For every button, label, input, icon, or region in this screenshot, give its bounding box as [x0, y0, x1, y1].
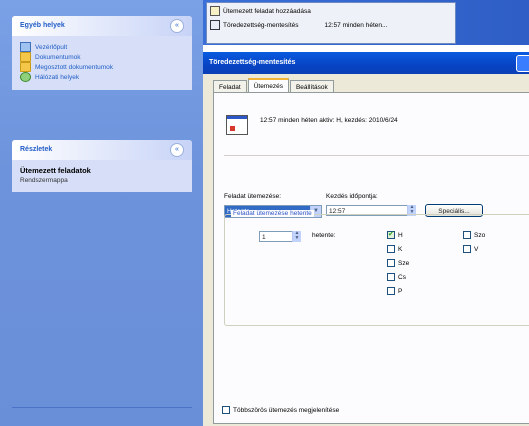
dialog-titlebar[interactable]: Töredezettség-mentesítés	[203, 52, 529, 74]
schedule-label: Feladat ütemezése:	[224, 193, 282, 200]
day-label: Cs	[398, 273, 406, 281]
add-task-icon	[210, 6, 220, 16]
other-places-title: Egyéb helyek	[20, 22, 65, 29]
calendar-icon	[226, 115, 248, 135]
other-places-header[interactable]: Egyéb helyek «	[12, 16, 192, 36]
link-network-places-label: Hálózati helyek	[35, 73, 80, 81]
scheduled-task-icon	[210, 20, 220, 30]
task-list: Ütemezett feladat hozzáadása Töredezetts…	[206, 2, 456, 44]
link-shared-documents-label: Megosztott dokumentumok	[35, 63, 114, 71]
every-weeks-spinner[interactable]: ▲ ▼	[292, 231, 301, 242]
folder-icon	[20, 52, 31, 62]
dialog-body: Feladat Ütemezés Beállítások 12:57 minde…	[203, 74, 529, 426]
divider	[224, 155, 529, 156]
link-shared-documents[interactable]: Megosztott dokumentumok	[20, 62, 184, 72]
checkbox-icon[interactable]	[387, 259, 395, 267]
link-control-panel[interactable]: Vezérlőpult	[20, 42, 184, 52]
day-label: Sze	[398, 259, 410, 267]
link-control-panel-label: Vezérlőpult	[35, 43, 68, 51]
task-item-add[interactable]: Ütemezett feladat hozzáadása	[210, 6, 311, 16]
other-places-panel: Egyéb helyek « Vezérlőpult Dokumentumok …	[12, 16, 192, 90]
day-checkbox-wed[interactable]: Sze	[387, 259, 409, 267]
checkbox-icon[interactable]	[463, 245, 471, 253]
control-panel-icon	[20, 42, 31, 52]
details-panel: Részletek « Ütemezett feladatok Rendszer…	[12, 140, 192, 192]
checkbox-icon[interactable]	[387, 273, 395, 281]
schedule-panel: 12:57 minden héten aktiv: H, kezdés: 201…	[213, 92, 529, 424]
checkbox-icon[interactable]	[222, 406, 230, 414]
divider	[12, 407, 192, 408]
day-label: V	[474, 245, 479, 253]
multiple-schedules-checkbox[interactable]: Többszörös ütemezés megjelenítése	[222, 406, 339, 414]
weekly-schedule-group: Feladat ütemezése hetente 1 ▲ ▼ hetente: …	[224, 210, 529, 326]
day-checkbox-sun[interactable]: V	[463, 245, 478, 253]
task-item-add-label: Ütemezett feladat hozzáadása	[223, 7, 311, 15]
checkbox-icon[interactable]	[387, 287, 395, 295]
details-type: Rendszermappa	[20, 177, 68, 184]
task-item-defrag-label: Töredezettség-mentesítés	[223, 21, 299, 29]
shared-folder-icon	[20, 62, 31, 72]
checkbox-icon[interactable]	[387, 245, 395, 253]
multiple-schedules-label: Többszörös ütemezés megjelenítése	[233, 406, 340, 414]
task-item-defrag[interactable]: Töredezettség-mentesítés 12:57 minden hé…	[210, 20, 387, 30]
day-checkbox-tue[interactable]: K	[387, 245, 402, 253]
details-title: Részletek	[20, 146, 53, 153]
details-name: Ütemezett feladatok	[20, 166, 91, 175]
every-weeks-unit: hetente:	[312, 232, 336, 239]
day-checkbox-sat[interactable]: Szo	[463, 231, 485, 239]
dialog-title: Töredezettség-mentesítés	[209, 59, 296, 66]
network-icon	[20, 72, 31, 82]
link-network-places[interactable]: Hálózati helyek	[20, 72, 184, 82]
checkbox-icon[interactable]	[463, 231, 471, 239]
day-checkbox-mon[interactable]: H	[387, 230, 403, 239]
day-label: K	[398, 245, 403, 253]
link-documents-label: Dokumentumok	[35, 53, 81, 61]
link-documents[interactable]: Dokumentumok	[20, 52, 184, 62]
collapse-chevron-icon[interactable]: «	[170, 19, 184, 33]
day-label: Szo	[474, 231, 486, 239]
close-icon[interactable]	[516, 55, 529, 72]
day-label: H	[398, 231, 403, 239]
task-list-area: Ütemezett feladat hozzáadása Töredezetts…	[203, 0, 529, 45]
collapse-chevron-icon[interactable]: «	[170, 143, 184, 157]
checkbox-checked-icon[interactable]	[387, 230, 395, 239]
task-pane: Egyéb helyek « Vezérlőpult Dokumentumok …	[0, 0, 203, 426]
day-checkbox-thu[interactable]: Cs	[387, 273, 406, 281]
schedule-summary: 12:57 minden héten aktiv: H, kezdés: 201…	[226, 115, 398, 135]
start-time-label: Kezdés időpontja:	[326, 193, 378, 200]
task-item-defrag-time: 12:57 minden héten...	[324, 21, 388, 29]
weekly-group-title: Feladat ütemezése hetente	[231, 210, 314, 217]
day-label: P	[398, 287, 403, 295]
details-header[interactable]: Részletek «	[12, 140, 192, 160]
schedule-summary-text: 12:57 minden héten aktiv: H, kezdés: 201…	[260, 117, 398, 124]
day-checkbox-fri[interactable]: P	[387, 287, 402, 295]
